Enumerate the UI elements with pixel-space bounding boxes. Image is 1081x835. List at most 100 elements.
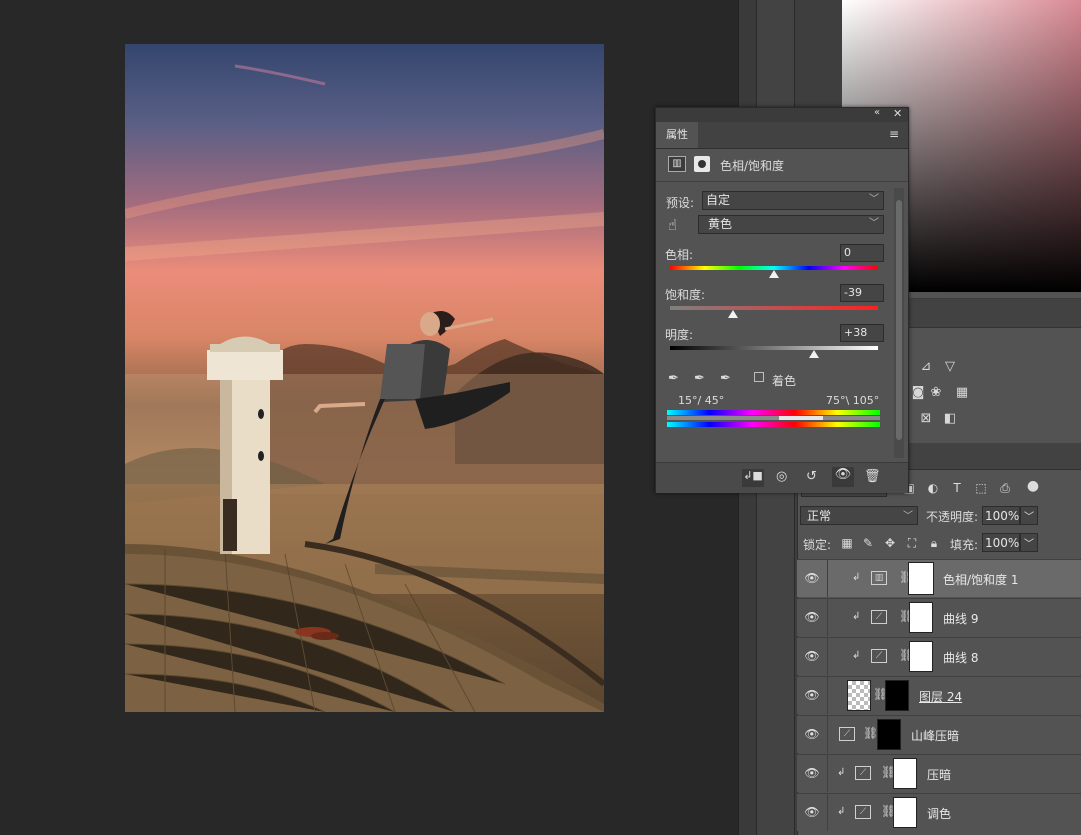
layer-thumbnail[interactable] xyxy=(847,680,871,711)
layer-mask-thumbnail[interactable] xyxy=(909,602,933,633)
lock-position-icon[interactable]: ✥ xyxy=(882,535,898,551)
smart-object-filter-icon[interactable]: ⎙ xyxy=(997,480,1013,496)
double-chevron-left-icon[interactable]: « xyxy=(874,107,880,118)
layer-mask-thumbnail[interactable] xyxy=(877,719,901,750)
layer-row[interactable]: 👁︎ ↲ ⟋ ⛓︎ 曲线 9 xyxy=(797,598,1081,636)
hue-slider-thumb[interactable] xyxy=(769,270,779,278)
eyedropper-plus-icon[interactable]: ✒︎ xyxy=(694,371,705,386)
panel-menu-icon[interactable]: ≡ xyxy=(889,127,899,141)
range-top-spectrum xyxy=(667,410,880,415)
channel-mixer-icon[interactable]: ❀ xyxy=(928,385,944,401)
blend-mode-value: 正常 xyxy=(807,509,832,523)
eye-icon[interactable]: 👁︎ xyxy=(804,727,820,741)
saturation-slider-thumb[interactable] xyxy=(728,310,739,318)
layer-name[interactable]: 调色 xyxy=(927,805,951,822)
link-chain-icon[interactable]: ⛓︎ xyxy=(863,726,878,740)
camera-adjust-icon[interactable]: ◙ xyxy=(910,385,926,401)
visibility-cell[interactable]: 👁︎ xyxy=(797,638,828,675)
layer-name[interactable]: 色相/饱和度 1 xyxy=(943,571,1019,588)
layer-name[interactable]: 山峰压暗 xyxy=(911,727,959,744)
adjustments-panel: ⊿ ▽ ◙ ❀ ▦ ⊠ ◧ xyxy=(906,298,1081,444)
hue-input[interactable]: 0 xyxy=(840,244,884,262)
eyedropper-minus-icon[interactable]: ✒︎ xyxy=(720,371,731,386)
type-filter-icon[interactable]: T xyxy=(949,480,965,496)
saturation-slider-track[interactable] xyxy=(670,306,878,310)
range-left-values: 15°/ 45° xyxy=(678,394,725,407)
reset-icon[interactable]: ↺ xyxy=(806,469,817,484)
layer-row[interactable]: 👁︎ ↲ ▥ ⛓︎ 色相/饱和度 1 xyxy=(797,559,1081,597)
saturation-input[interactable]: -39 xyxy=(840,284,884,302)
curves-icon: ⟋ xyxy=(855,766,871,780)
visibility-cell[interactable]: 👁︎ xyxy=(797,599,828,636)
visibility-cell[interactable]: 👁︎ xyxy=(797,755,828,792)
curves-adjust-icon[interactable]: ⊿ xyxy=(918,359,934,375)
filter-toggle-icon[interactable]: ● xyxy=(1025,478,1041,494)
eyedropper-icon[interactable]: ✒︎ xyxy=(668,371,679,386)
lightness-slider-track[interactable] xyxy=(670,346,878,350)
target-adjustment-hand-icon[interactable]: ☝︎ xyxy=(668,216,677,234)
clip-to-layer-icon[interactable]: ↲■ xyxy=(742,469,764,487)
panel-drag-bar[interactable]: « ✕ xyxy=(656,107,908,122)
eye-icon[interactable]: 👁︎ xyxy=(804,649,820,663)
visibility-cell[interactable]: 👁︎ xyxy=(797,560,828,597)
trash-icon[interactable]: 🗑︎ xyxy=(864,469,881,484)
preset-label: 预设: xyxy=(666,196,695,210)
opacity-dropdown[interactable]: ﹀ xyxy=(1020,506,1038,525)
view-previous-state-icon[interactable]: ◎ xyxy=(776,469,787,484)
visibility-icon[interactable]: 👁︎ xyxy=(832,467,854,487)
color-lookup-icon[interactable]: ▦ xyxy=(954,385,970,401)
lightness-slider-thumb[interactable] xyxy=(808,350,819,358)
colorize-label: 着色 xyxy=(772,374,797,388)
lightness-input[interactable]: +38 xyxy=(840,324,884,342)
blend-mode-select[interactable]: 正常 ﹀ xyxy=(800,506,918,525)
adjustments-panel-header xyxy=(906,299,1081,328)
fill-input[interactable]: 100% xyxy=(982,533,1020,552)
opacity-input[interactable]: 100% xyxy=(982,506,1020,525)
lock-all-icon[interactable]: 🔒︎ xyxy=(926,535,942,551)
layer-name[interactable]: 曲线 8 xyxy=(943,649,978,666)
visibility-cell[interactable]: 👁︎ xyxy=(797,716,828,753)
adjustment-filter-icon[interactable]: ◐ xyxy=(925,480,941,496)
scrollbar-thumb[interactable] xyxy=(896,200,902,440)
triangle-adjust-icon[interactable]: ▽ xyxy=(942,359,958,375)
range-selector-bar[interactable] xyxy=(667,416,880,420)
visibility-cell[interactable]: 👁︎ xyxy=(797,677,828,714)
hue-saturation-icon[interactable]: ▥ xyxy=(668,156,686,172)
layer-row[interactable]: 👁︎ ↲ ⟋ ⛓︎ 压暗 xyxy=(797,754,1081,792)
visibility-cell[interactable]: 👁︎ xyxy=(797,794,828,831)
shape-filter-icon[interactable]: ⬚ xyxy=(973,480,989,496)
photo-canvas[interactable] xyxy=(125,44,604,712)
layer-mask-thumbnail[interactable] xyxy=(893,758,917,789)
eye-icon[interactable]: 👁︎ xyxy=(804,766,820,780)
layer-row[interactable]: 👁︎ ↲ ⟋ ⛓︎ 调色 xyxy=(797,793,1081,831)
mask-icon[interactable] xyxy=(694,156,710,172)
layer-mask-thumbnail[interactable] xyxy=(893,797,917,828)
layer-row[interactable]: 👁︎ ⛓︎ 图层 24 xyxy=(797,676,1081,714)
panel-scrollbar[interactable] xyxy=(894,188,904,458)
layer-name[interactable]: 图层 24 xyxy=(919,688,962,705)
eye-icon[interactable]: 👁︎ xyxy=(804,610,820,624)
fill-dropdown[interactable]: ﹀ xyxy=(1020,533,1038,552)
layer-mask-thumbnail[interactable] xyxy=(909,641,933,672)
layer-mask-thumbnail[interactable] xyxy=(908,562,934,595)
layer-name[interactable]: 曲线 9 xyxy=(943,610,978,627)
invert-adjust-icon[interactable]: ⊠ xyxy=(918,411,934,427)
eye-icon[interactable]: 👁︎ xyxy=(804,571,820,585)
close-icon[interactable]: ✕ xyxy=(893,107,902,120)
layer-name[interactable]: 压暗 xyxy=(927,766,951,783)
gradient-map-icon[interactable]: ◧ xyxy=(942,411,958,427)
range-selected-band[interactable] xyxy=(779,416,823,420)
lock-paint-icon[interactable]: ✎ xyxy=(860,535,876,551)
preset-select[interactable]: 自定 ﹀ xyxy=(702,191,884,210)
layer-mask-thumbnail[interactable] xyxy=(885,680,909,711)
layer-row[interactable]: 👁︎ ⟋ ⛓︎ 山峰压暗 xyxy=(797,715,1081,753)
eye-icon[interactable]: 👁︎ xyxy=(804,688,820,702)
lock-transparent-icon[interactable]: ▦ xyxy=(839,535,855,551)
curves-icon: ⟋ xyxy=(839,727,855,741)
eye-icon[interactable]: 👁︎ xyxy=(804,805,820,819)
lock-artboard-icon[interactable]: ⛶ xyxy=(904,535,920,551)
channel-select[interactable]: 黄色 ﹀ xyxy=(698,215,884,234)
colorize-checkbox[interactable] xyxy=(754,372,764,382)
tab-properties[interactable]: 属性 xyxy=(656,122,698,148)
layer-row[interactable]: 👁︎ ↲ ⟋ ⛓︎ 曲线 8 xyxy=(797,637,1081,675)
